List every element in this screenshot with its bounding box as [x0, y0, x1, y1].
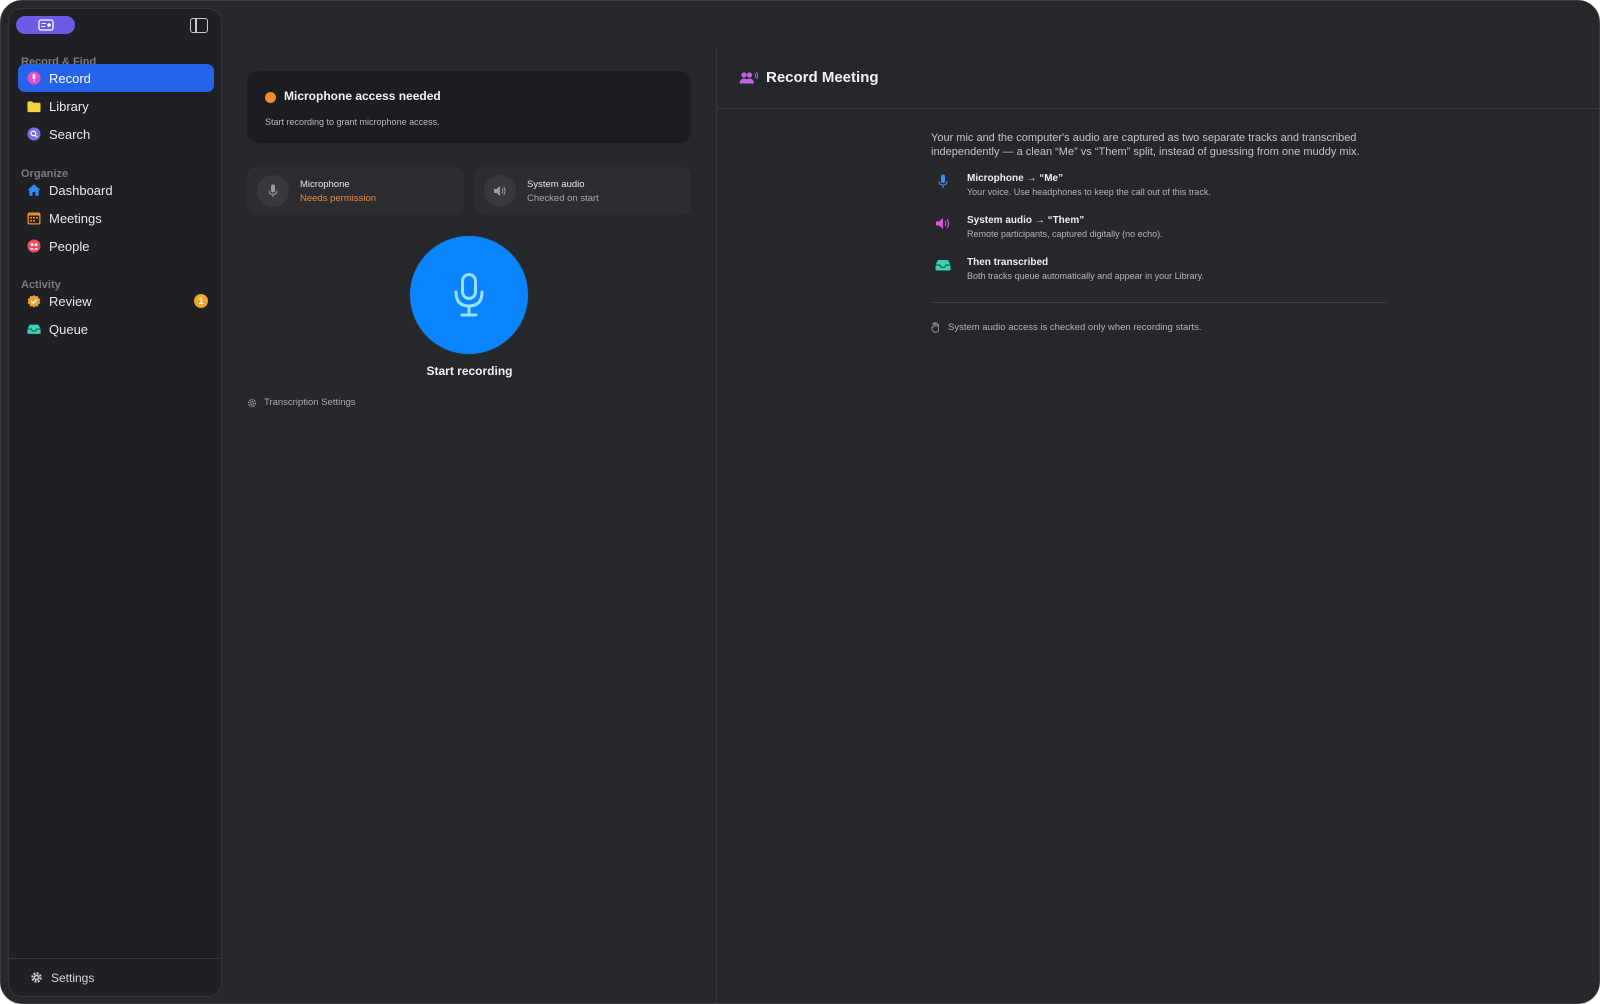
sidebar-item-label: Library [49, 98, 89, 114]
sidebar-item-queue[interactable]: Queue [18, 315, 214, 343]
feature-subtitle: Both tracks queue automatically and appe… [967, 271, 1204, 281]
people-icon [27, 239, 41, 253]
feature-title: Then transcribed [967, 257, 1049, 268]
sidebar-item-record[interactable]: Record [18, 64, 214, 92]
microphone-alert-card: Microphone access needed Start recording… [247, 71, 691, 143]
warning-dot-icon [265, 92, 276, 103]
sidebar-item-review[interactable]: Review 1 [18, 287, 214, 315]
calendar-icon [27, 211, 41, 225]
hand-icon [931, 322, 940, 333]
folder-icon [27, 99, 41, 113]
gear-icon [247, 398, 257, 408]
panel-title: Record Meeting [766, 69, 879, 86]
feature-subtitle: Remote participants, captured digitally … [967, 229, 1163, 239]
app-logo-icon [37, 19, 54, 31]
panel-description: Your mic and the computer's audio are ca… [931, 132, 1360, 158]
start-recording-label[interactable]: Start recording [223, 364, 716, 378]
sidebar-item-label: Search [49, 126, 91, 142]
sidebar-item-search[interactable]: Search [18, 120, 214, 148]
sidebar-item-people[interactable]: People [18, 232, 214, 260]
microphone-icon [935, 173, 951, 189]
search-icon [27, 127, 41, 141]
microphone-icon [454, 273, 484, 317]
start-recording-button[interactable] [410, 236, 528, 354]
sidebar-item-meetings[interactable]: Meetings [18, 204, 214, 232]
sidebar-item-label: Dashboard [49, 182, 113, 198]
alert-subtitle: Start recording to grant microphone acce… [265, 117, 440, 127]
tray-icon [935, 257, 951, 273]
feature-subtitle: Your voice. Use headphones to keep the c… [967, 187, 1211, 197]
section-divider [931, 302, 1387, 303]
sidebar-item-label: Queue [49, 321, 89, 337]
sidebar-item-label: Record [49, 70, 91, 86]
app-switcher-button[interactable] [16, 16, 75, 34]
record-panel: Microphone access needed Start recording… [223, 1, 716, 1003]
record-icon [27, 71, 41, 85]
microphone-source-card[interactable]: Microphone Needs permission [247, 167, 464, 215]
feature-title: Microphone → “Me” [967, 173, 1064, 184]
transcription-settings-link[interactable]: Transcription Settings [247, 397, 356, 408]
people-audio-icon [739, 71, 759, 84]
note-text: System audio access is checked only when… [948, 322, 1202, 333]
speaker-icon [484, 175, 516, 207]
microphone-icon [257, 175, 289, 207]
sidebar-item-label: People [49, 238, 90, 254]
sidebar-item-label: Meetings [49, 210, 102, 226]
settings-label: Settings [51, 970, 95, 985]
review-count-badge: 1 [194, 294, 208, 308]
sidebar-toggle-icon[interactable] [190, 18, 208, 33]
source-title: Microphone [300, 179, 350, 190]
sidebar-item-library[interactable]: Library [18, 92, 214, 120]
sidebar-settings-item[interactable]: Settings [9, 958, 221, 996]
source-title: System audio [527, 179, 585, 190]
source-status: Checked on start [527, 193, 599, 204]
system-audio-source-card[interactable]: System audio Checked on start [474, 167, 691, 215]
speaker-icon [935, 215, 951, 231]
house-icon [27, 183, 41, 197]
checkmark-seal-icon [27, 294, 41, 308]
app-window: Record & Find Record Library Search Orga… [0, 0, 1600, 1004]
sidebar: Record & Find Record Library Search Orga… [8, 8, 222, 997]
record-meeting-panel: Record Meeting Your mic and the computer… [717, 1, 1599, 1003]
sidebar-item-dashboard[interactable]: Dashboard [18, 176, 214, 204]
system-audio-note: System audio access is checked only when… [931, 322, 1201, 333]
tray-icon [27, 322, 41, 336]
gear-icon [31, 972, 42, 983]
sidebar-item-label: Review [49, 293, 92, 309]
source-status: Needs permission [300, 193, 377, 204]
feature-title: System audio → “Them” [967, 215, 1085, 226]
alert-title: Microphone access needed [284, 89, 441, 103]
panel-header: Record Meeting [717, 47, 1599, 109]
transcription-settings-label: Transcription Settings [264, 397, 356, 408]
